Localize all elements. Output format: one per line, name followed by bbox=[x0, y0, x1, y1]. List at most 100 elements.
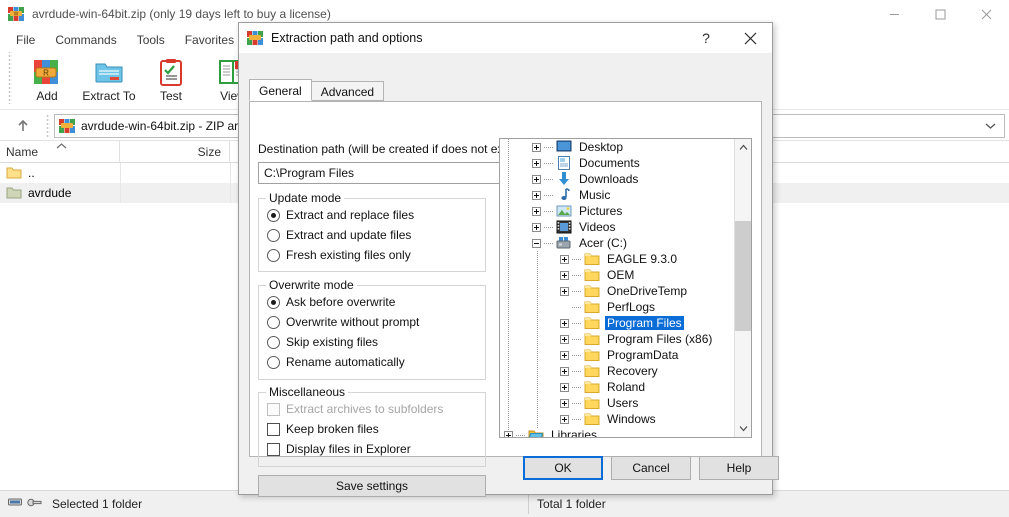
expand-icon[interactable] bbox=[532, 158, 541, 168]
tree-node-label: Desktop bbox=[579, 140, 624, 154]
lock-icon bbox=[27, 497, 42, 511]
help-icon[interactable]: ? bbox=[684, 23, 728, 53]
checkbox-keep-broken-files[interactable]: Keep broken files bbox=[259, 419, 485, 439]
maximize-icon[interactable] bbox=[917, 0, 963, 28]
expand-icon[interactable] bbox=[560, 414, 569, 424]
extract-folder-icon bbox=[93, 56, 125, 88]
radio-rename-automatically[interactable]: Rename automatically bbox=[259, 352, 485, 372]
tree-connector bbox=[544, 178, 554, 180]
tree-guide-line bbox=[537, 251, 538, 429]
tree-connector bbox=[572, 402, 582, 404]
close-icon[interactable] bbox=[728, 23, 772, 53]
caret-down-icon[interactable] bbox=[735, 420, 751, 437]
tree-node-libraries[interactable]: Libraries bbox=[500, 427, 736, 437]
chevron-down-icon[interactable] bbox=[985, 119, 996, 133]
caret-up-icon[interactable] bbox=[735, 139, 751, 156]
tree-node-program-files-x86[interactable]: Program Files (x86) bbox=[500, 331, 736, 347]
expand-icon[interactable] bbox=[560, 382, 569, 392]
expand-icon[interactable] bbox=[560, 254, 569, 264]
tree-node-downloads[interactable]: Downloads bbox=[500, 171, 736, 187]
statusbar-icons bbox=[8, 497, 42, 511]
svg-text:W: W bbox=[14, 12, 19, 18]
tree-node-recovery[interactable]: Recovery bbox=[500, 363, 736, 379]
ok-button[interactable]: OK bbox=[523, 456, 603, 480]
expand-icon[interactable] bbox=[560, 334, 569, 344]
up-arrow-icon[interactable] bbox=[4, 113, 42, 139]
expand-icon[interactable] bbox=[560, 398, 569, 408]
tree-node-label: Roland bbox=[607, 380, 646, 394]
tree-node-windows[interactable]: Windows bbox=[500, 411, 736, 427]
file-name: avrdude bbox=[28, 186, 72, 200]
tree-node-perflogs[interactable]: PerfLogs bbox=[500, 299, 736, 315]
toolbar-label-test: Test bbox=[159, 89, 182, 103]
tree-node-desktop[interactable]: Desktop bbox=[500, 139, 736, 155]
tree-node-documents[interactable]: Documents bbox=[500, 155, 736, 171]
tree-node-oem[interactable]: OEM bbox=[500, 267, 736, 283]
cancel-button[interactable]: Cancel bbox=[611, 456, 691, 480]
menu-tools[interactable]: Tools bbox=[127, 30, 175, 50]
tree-node-music[interactable]: Music bbox=[500, 187, 736, 203]
collapse-icon[interactable] bbox=[532, 238, 541, 248]
radio-ask-before-overwrite[interactable]: Ask before overwrite bbox=[259, 292, 485, 312]
expand-icon[interactable] bbox=[560, 286, 569, 296]
expand-icon[interactable] bbox=[532, 222, 541, 232]
toolbar-button-extract-to[interactable]: Extract To bbox=[78, 52, 140, 106]
expand-icon[interactable] bbox=[560, 270, 569, 280]
expand-icon[interactable] bbox=[560, 366, 569, 376]
radio-skip-existing-files[interactable]: Skip existing files bbox=[259, 332, 485, 352]
folder-tree[interactable]: Desktop Documents Downloads Music Pictures Vi… bbox=[499, 138, 752, 438]
winrar-application: W avrdude-win-64bit.zip (only 19 days le… bbox=[0, 0, 1009, 517]
main-window-title: avrdude-win-64bit.zip (only 19 days left… bbox=[32, 7, 331, 21]
menu-file[interactable]: File bbox=[6, 30, 45, 50]
toolbar-button-test[interactable]: Test bbox=[140, 52, 202, 106]
tree-node-acer-c[interactable]: Acer (C:) bbox=[500, 235, 736, 251]
radio-icon bbox=[267, 208, 280, 222]
expand-icon[interactable] bbox=[532, 206, 541, 216]
menu-favorites[interactable]: Favorites bbox=[175, 30, 244, 50]
tree-scrollbar-thumb[interactable] bbox=[735, 221, 751, 331]
column-header-size-label: Size bbox=[197, 144, 221, 159]
radio-fresh-existing-files-only[interactable]: Fresh existing files only bbox=[259, 245, 485, 265]
close-icon[interactable] bbox=[963, 0, 1009, 28]
toolbar-button-add[interactable]: R Add bbox=[16, 52, 78, 106]
help-button[interactable]: Help bbox=[699, 456, 779, 480]
tree-node-videos[interactable]: Videos bbox=[500, 219, 736, 235]
tree-node-roland[interactable]: Roland bbox=[500, 379, 736, 395]
radio-extract-and-replace-files[interactable]: Extract and replace files bbox=[259, 205, 485, 225]
expand-icon[interactable] bbox=[532, 174, 541, 184]
dialog-title-buttons: ? bbox=[684, 23, 772, 53]
expand-icon[interactable] bbox=[560, 350, 569, 360]
radio-overwrite-without-prompt[interactable]: Overwrite without prompt bbox=[259, 312, 485, 332]
extraction-dialog: Extraction path and options ? General Ad… bbox=[238, 22, 779, 497]
drive-icon bbox=[556, 235, 572, 251]
window-controls bbox=[871, 0, 1009, 28]
destination-path-label: Destination path (will be created if doe… bbox=[258, 142, 520, 156]
tree-connector bbox=[516, 434, 526, 436]
minimize-icon[interactable] bbox=[871, 0, 917, 28]
tree-node-onedrivetemp[interactable]: OneDriveTemp bbox=[500, 283, 736, 299]
column-header-size[interactable]: Size bbox=[120, 141, 230, 162]
option-label: Extract and update files bbox=[286, 228, 412, 242]
tree-node-programdata[interactable]: ProgramData bbox=[500, 347, 736, 363]
radio-extract-and-update-files[interactable]: Extract and update files bbox=[259, 225, 485, 245]
folder-icon bbox=[6, 185, 22, 201]
column-header-name[interactable]: Name bbox=[0, 141, 120, 162]
expand-icon[interactable] bbox=[504, 430, 513, 437]
tree-node-program-files[interactable]: Program Files bbox=[500, 315, 736, 331]
option-label: Rename automatically bbox=[286, 355, 405, 369]
tree-node-eagle-9-3-0[interactable]: EAGLE 9.3.0 bbox=[500, 251, 736, 267]
tree-scrollbar[interactable] bbox=[734, 139, 751, 437]
option-label: Extract and replace files bbox=[286, 208, 415, 222]
tree-node-pictures[interactable]: Pictures bbox=[500, 203, 736, 219]
documents-icon bbox=[556, 155, 572, 171]
option-label: Keep broken files bbox=[286, 422, 379, 436]
expand-icon[interactable] bbox=[532, 142, 541, 152]
dialog-title: Extraction path and options bbox=[271, 31, 423, 45]
tab-general[interactable]: General bbox=[249, 79, 312, 101]
expand-icon[interactable] bbox=[532, 190, 541, 200]
menu-commands[interactable]: Commands bbox=[45, 30, 126, 50]
tree-node-label: Acer (C:) bbox=[579, 236, 627, 250]
expand-icon[interactable] bbox=[560, 318, 569, 328]
tab-advanced[interactable]: Advanced bbox=[310, 81, 385, 101]
tree-node-users[interactable]: Users bbox=[500, 395, 736, 411]
